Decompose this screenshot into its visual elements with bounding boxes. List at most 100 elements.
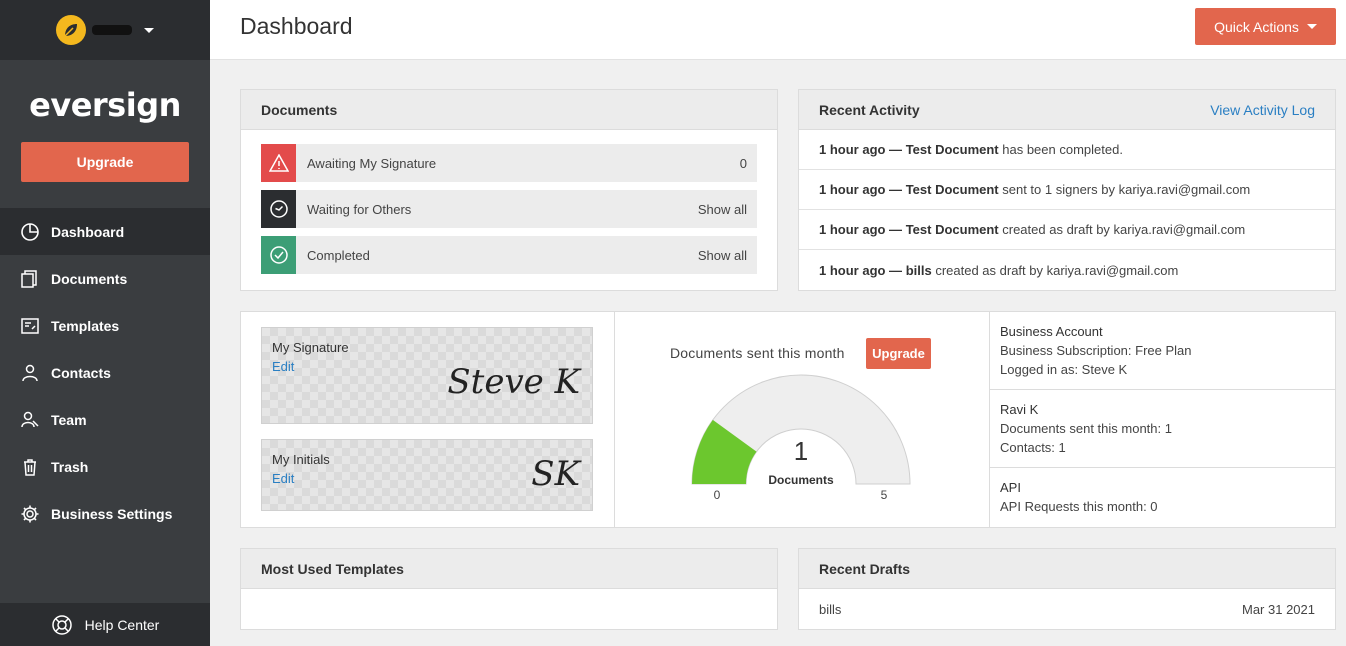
- my-initials-card: My Initials Edit SK: [261, 439, 593, 511]
- documents-panel-header: Documents: [241, 90, 777, 130]
- recent-activity-title: Recent Activity: [819, 101, 920, 118]
- edit-signature-link[interactable]: Edit: [272, 359, 294, 374]
- api-title: API: [1000, 480, 1021, 495]
- team-icon: [21, 411, 39, 427]
- doc-row-waiting[interactable]: Waiting for Others Show all: [261, 190, 757, 228]
- most-used-templates-panel: Most Used Templates: [240, 548, 778, 630]
- initials-image: SK: [531, 454, 580, 494]
- gauge-max: 5: [881, 488, 888, 502]
- activity-document[interactable]: bills: [906, 263, 932, 278]
- pie-chart-icon: [21, 222, 39, 241]
- doc-row-awaiting[interactable]: Awaiting My Signature 0: [261, 144, 757, 182]
- templates-panel-title: Most Used Templates: [261, 560, 404, 577]
- draft-row[interactable]: bills Mar 31 2021: [799, 589, 1335, 629]
- chevron-down-icon: [1306, 24, 1317, 29]
- sidebar-item-label: Business Settings: [51, 505, 173, 522]
- doc-row-completed[interactable]: Completed Show all: [261, 236, 757, 274]
- sidebar-item-dashboard[interactable]: Dashboard: [0, 208, 210, 255]
- account-name-redacted: [92, 25, 132, 35]
- activity-text: created as draft by kariya.ravi@gmail.co…: [1002, 222, 1246, 237]
- logged-in-as: Logged in as: Steve K: [1000, 362, 1128, 377]
- doc-row-label: Completed: [307, 247, 370, 263]
- documents-panel-title: Documents: [261, 101, 338, 118]
- sidebar-item-documents[interactable]: Documents: [0, 255, 210, 302]
- user-section: Ravi K Documents sent this month: 1 Cont…: [990, 390, 1335, 468]
- warning-icon: [261, 144, 296, 182]
- activity-time: 1 hour ago —: [819, 222, 903, 237]
- trash-icon: [24, 458, 36, 476]
- brand-logo: eversign: [29, 86, 181, 124]
- divider: [614, 312, 615, 527]
- drafts-panel-header: Recent Drafts: [799, 549, 1335, 589]
- account-switcher[interactable]: [0, 0, 210, 60]
- recent-activity-panel: Recent Activity View Activity Log 1 hour…: [798, 89, 1336, 291]
- sidebar-item-contacts[interactable]: Contacts: [0, 349, 210, 396]
- sidebar-item-label: Team: [51, 411, 87, 428]
- gauge-min: 0: [714, 488, 721, 502]
- activity-text: sent to 1 signers by kariya.ravi@gmail.c…: [1002, 182, 1251, 197]
- doc-row-show-all[interactable]: Show all: [698, 248, 757, 263]
- recent-drafts-panel: Recent Drafts bills Mar 31 2021: [798, 548, 1336, 630]
- user-contacts: Contacts: 1: [1000, 440, 1066, 455]
- user-docs-sent: Documents sent this month: 1: [1000, 421, 1172, 436]
- activity-time: 1 hour ago —: [819, 262, 903, 278]
- sidebar-item-business-settings[interactable]: Business Settings: [0, 490, 210, 537]
- activity-row: 1 hour ago — Test Document has been comp…: [799, 130, 1335, 170]
- help-center-label: Help Center: [84, 616, 160, 633]
- sidebar-item-label: Templates: [51, 317, 120, 334]
- activity-time: 1 hour ago —: [819, 142, 903, 157]
- gauge-unit: Documents: [768, 473, 834, 487]
- sidebar-nav: Dashboard Documents Templates Contacts T…: [0, 208, 210, 537]
- edit-initials-link[interactable]: Edit: [272, 471, 294, 486]
- api-section: API API Requests this month: 0: [990, 468, 1335, 526]
- sidebar: eversign Upgrade Dashboard Documents Tem…: [0, 0, 210, 646]
- doc-row-label: Waiting for Others: [307, 201, 412, 217]
- sidebar-item-templates[interactable]: Templates: [0, 302, 210, 349]
- my-initials-title: My Initials: [272, 452, 330, 467]
- my-signature-card: My Signature Edit Steve K: [261, 327, 593, 424]
- api-requests: API Requests this month: 0: [1000, 499, 1158, 514]
- leaf-icon: [64, 24, 77, 37]
- signature-image: Steve K: [447, 362, 580, 402]
- business-account-section: Business Account Business Subscription: …: [990, 312, 1335, 390]
- sidebar-item-team[interactable]: Team: [0, 396, 210, 443]
- activity-row: 1 hour ago — Test Document created as dr…: [799, 210, 1335, 250]
- lifebuoy-icon: [51, 614, 72, 635]
- templates-panel-header: Most Used Templates: [241, 549, 777, 589]
- user-name: Ravi K: [1000, 402, 1039, 417]
- my-signature-title: My Signature: [272, 340, 349, 355]
- top-header: Dashboard Quick Actions: [210, 0, 1346, 60]
- business-plan: Business Subscription: Free Plan: [1000, 343, 1192, 358]
- sidebar-item-trash[interactable]: Trash: [0, 443, 210, 490]
- doc-row-label: Awaiting My Signature: [307, 155, 437, 171]
- activity-text: has been completed.: [1002, 142, 1123, 157]
- account-info: Business Account Business Subscription: …: [990, 312, 1335, 526]
- gear-icon: [21, 505, 39, 522]
- activity-document[interactable]: Test Document: [906, 142, 999, 157]
- clock-icon: [261, 190, 296, 228]
- business-account-title: Business Account: [1000, 324, 1103, 339]
- drafts-panel-title: Recent Drafts: [819, 560, 911, 577]
- activity-time: 1 hour ago —: [819, 182, 903, 197]
- upgrade-button[interactable]: Upgrade: [21, 142, 189, 182]
- help-center-link[interactable]: Help Center: [0, 603, 210, 646]
- activity-document[interactable]: Test Document: [906, 222, 999, 237]
- quick-actions-button[interactable]: Quick Actions: [1195, 8, 1336, 45]
- account-avatar: [56, 15, 86, 45]
- gauge-upgrade-button[interactable]: Upgrade: [866, 338, 931, 369]
- activity-text: created as draft by kariya.ravi@gmail.co…: [935, 262, 1179, 278]
- draft-date: Mar 31 2021: [1242, 601, 1315, 617]
- contacts-icon: [22, 364, 38, 381]
- activity-row: 1 hour ago — bills created as draft by k…: [799, 250, 1335, 290]
- doc-row-count: 0: [739, 155, 747, 171]
- view-activity-log-link[interactable]: View Activity Log: [1210, 102, 1315, 118]
- documents-sent-title: Documents sent this month: [670, 345, 845, 361]
- doc-row-show-all[interactable]: Show all: [698, 202, 757, 217]
- sidebar-item-label: Dashboard: [51, 223, 125, 240]
- activity-document[interactable]: Test Document: [906, 182, 999, 197]
- sidebar-item-label: Contacts: [51, 364, 111, 381]
- gauge-value: 1: [794, 436, 808, 466]
- sidebar-item-label: Trash: [51, 458, 89, 475]
- documents-icon: [21, 269, 37, 288]
